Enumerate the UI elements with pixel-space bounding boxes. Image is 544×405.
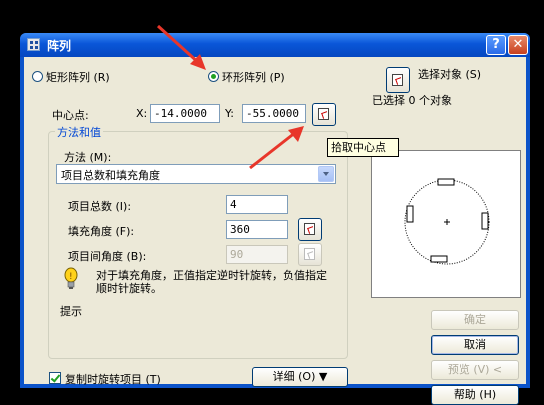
pick-fill-angle-button[interactable]: [298, 218, 322, 241]
center-x-label: X:: [136, 107, 148, 120]
array-app-icon: [27, 38, 40, 51]
center-x-input[interactable]: -14.0000: [150, 104, 220, 123]
rotate-items-label[interactable]: 复制时旋转项目 (T): [65, 371, 161, 387]
total-items-input[interactable]: 4: [226, 195, 288, 214]
fill-angle-label: 填充角度 (F):: [68, 225, 135, 238]
method-select[interactable]: 项目总数和填充角度: [56, 164, 336, 184]
pick-center-button[interactable]: [312, 103, 336, 126]
fill-angle-input[interactable]: 360: [226, 220, 288, 239]
polar-array-radio[interactable]: [208, 71, 219, 82]
angle-between-label: 项目间角度 (B):: [68, 250, 147, 263]
method-select-value: 项目总数和填充角度: [61, 169, 160, 182]
select-objects-label[interactable]: 选择对象 (S): [418, 66, 481, 82]
title-bar[interactable]: 阵列 ? ✕: [20, 33, 530, 57]
center-point-label: 中心点:: [52, 109, 89, 122]
pick-point-icon: [318, 108, 329, 120]
details-button[interactable]: 详细 (O) ▼: [252, 367, 348, 387]
total-items-label: 项目总数 (I):: [68, 200, 132, 213]
help-title-button[interactable]: ?: [486, 35, 506, 55]
preview-button[interactable]: 预览 (V) <: [431, 360, 519, 380]
close-button[interactable]: ✕: [508, 35, 528, 55]
rect-array-label[interactable]: 矩形阵列 (R): [46, 69, 110, 85]
tip-label: 提示: [60, 305, 82, 318]
lightbulb-icon: !: [64, 267, 78, 289]
dialog-body: 矩形阵列 (R) 环形阵列 (P) 中心点: X: -14.0000 Y: -5…: [24, 57, 526, 405]
rotate-items-checkbox[interactable]: [49, 372, 61, 384]
pick-angle-between-button[interactable]: [298, 243, 322, 266]
window-title: 阵列: [47, 39, 72, 53]
svg-text:!: !: [69, 272, 73, 282]
polar-array-label[interactable]: 环形阵列 (P): [222, 69, 285, 85]
polar-preview-drawing: [404, 178, 490, 265]
array-preview: [371, 150, 521, 298]
select-objects-icon: [392, 74, 403, 86]
ok-button[interactable]: 确定: [431, 310, 519, 330]
method-label: 方法 (M):: [64, 151, 112, 164]
pick-angle-between-icon: [304, 248, 315, 260]
angle-note: 对于填充角度，正值指定逆时针旋转，负值指定顺时针旋转。: [96, 269, 327, 295]
chevron-down-icon[interactable]: [318, 166, 334, 182]
pick-center-tooltip: 拾取中心点: [327, 138, 399, 157]
cancel-button[interactable]: 取消: [431, 335, 519, 355]
method-values-title: 方法和值: [55, 124, 103, 140]
pick-angle-icon: [304, 223, 315, 235]
rect-array-radio[interactable]: [32, 71, 43, 82]
help-button[interactable]: 帮助 (H): [431, 385, 519, 405]
select-objects-button[interactable]: [386, 67, 410, 93]
selected-count-status: 已选择 0 个对象: [372, 94, 452, 107]
center-y-label: Y:: [225, 107, 234, 120]
array-dialog: 阵列 ? ✕ 矩形阵列 (R) 环形阵列 (P) 中心点: X: -14.000…: [20, 33, 530, 405]
angle-between-input[interactable]: 90: [226, 245, 288, 264]
center-y-input[interactable]: -55.0000: [242, 104, 306, 123]
